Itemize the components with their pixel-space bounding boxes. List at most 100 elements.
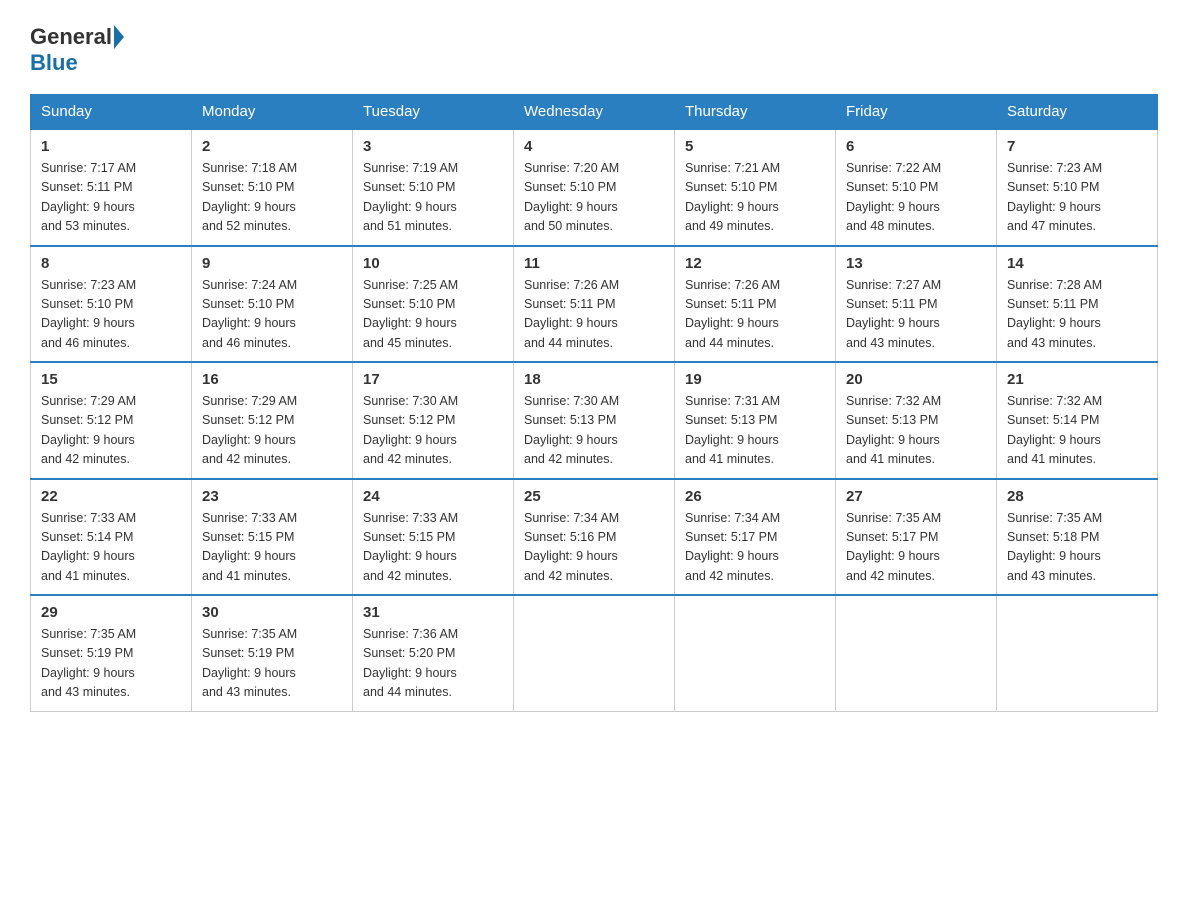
- day-number: 5: [685, 138, 825, 155]
- calendar-cell: 19 Sunrise: 7:31 AMSunset: 5:13 PMDaylig…: [675, 362, 836, 479]
- calendar-cell: [675, 595, 836, 711]
- day-number: 30: [202, 604, 342, 621]
- day-number: 24: [363, 488, 503, 505]
- calendar-cell: 27 Sunrise: 7:35 AMSunset: 5:17 PMDaylig…: [836, 479, 997, 596]
- calendar-week-row: 15 Sunrise: 7:29 AMSunset: 5:12 PMDaylig…: [31, 362, 1158, 479]
- day-number: 11: [524, 255, 664, 272]
- day-number: 4: [524, 138, 664, 155]
- day-info: Sunrise: 7:33 AMSunset: 5:15 PMDaylight:…: [363, 509, 503, 587]
- calendar-week-row: 8 Sunrise: 7:23 AMSunset: 5:10 PMDayligh…: [31, 246, 1158, 363]
- day-info: Sunrise: 7:17 AMSunset: 5:11 PMDaylight:…: [41, 159, 181, 237]
- calendar-cell: 1 Sunrise: 7:17 AMSunset: 5:11 PMDayligh…: [31, 129, 192, 246]
- calendar-cell: 9 Sunrise: 7:24 AMSunset: 5:10 PMDayligh…: [192, 246, 353, 363]
- header-thursday: Thursday: [675, 95, 836, 130]
- day-info: Sunrise: 7:23 AMSunset: 5:10 PMDaylight:…: [41, 276, 181, 354]
- day-number: 10: [363, 255, 503, 272]
- day-number: 21: [1007, 371, 1147, 388]
- calendar-cell: 2 Sunrise: 7:18 AMSunset: 5:10 PMDayligh…: [192, 129, 353, 246]
- day-info: Sunrise: 7:19 AMSunset: 5:10 PMDaylight:…: [363, 159, 503, 237]
- calendar-cell: 4 Sunrise: 7:20 AMSunset: 5:10 PMDayligh…: [514, 129, 675, 246]
- calendar-week-row: 29 Sunrise: 7:35 AMSunset: 5:19 PMDaylig…: [31, 595, 1158, 711]
- day-info: Sunrise: 7:29 AMSunset: 5:12 PMDaylight:…: [202, 392, 342, 470]
- day-number: 28: [1007, 488, 1147, 505]
- day-info: Sunrise: 7:23 AMSunset: 5:10 PMDaylight:…: [1007, 159, 1147, 237]
- day-number: 9: [202, 255, 342, 272]
- calendar-cell: 22 Sunrise: 7:33 AMSunset: 5:14 PMDaylig…: [31, 479, 192, 596]
- calendar-cell: 23 Sunrise: 7:33 AMSunset: 5:15 PMDaylig…: [192, 479, 353, 596]
- calendar-cell: 13 Sunrise: 7:27 AMSunset: 5:11 PMDaylig…: [836, 246, 997, 363]
- day-info: Sunrise: 7:30 AMSunset: 5:12 PMDaylight:…: [363, 392, 503, 470]
- calendar-cell: 28 Sunrise: 7:35 AMSunset: 5:18 PMDaylig…: [997, 479, 1158, 596]
- day-number: 15: [41, 371, 181, 388]
- calendar-week-row: 1 Sunrise: 7:17 AMSunset: 5:11 PMDayligh…: [31, 129, 1158, 246]
- header-saturday: Saturday: [997, 95, 1158, 130]
- day-number: 12: [685, 255, 825, 272]
- day-info: Sunrise: 7:34 AMSunset: 5:17 PMDaylight:…: [685, 509, 825, 587]
- day-info: Sunrise: 7:26 AMSunset: 5:11 PMDaylight:…: [524, 276, 664, 354]
- calendar-cell: 6 Sunrise: 7:22 AMSunset: 5:10 PMDayligh…: [836, 129, 997, 246]
- day-number: 29: [41, 604, 181, 621]
- calendar-cell: 21 Sunrise: 7:32 AMSunset: 5:14 PMDaylig…: [997, 362, 1158, 479]
- day-number: 20: [846, 371, 986, 388]
- day-info: Sunrise: 7:26 AMSunset: 5:11 PMDaylight:…: [685, 276, 825, 354]
- day-info: Sunrise: 7:18 AMSunset: 5:10 PMDaylight:…: [202, 159, 342, 237]
- day-number: 17: [363, 371, 503, 388]
- weekday-header-row: Sunday Monday Tuesday Wednesday Thursday…: [31, 95, 1158, 130]
- day-info: Sunrise: 7:35 AMSunset: 5:19 PMDaylight:…: [41, 625, 181, 703]
- logo-triangle-icon: [114, 25, 124, 49]
- day-info: Sunrise: 7:21 AMSunset: 5:10 PMDaylight:…: [685, 159, 825, 237]
- day-number: 23: [202, 488, 342, 505]
- calendar-cell: 24 Sunrise: 7:33 AMSunset: 5:15 PMDaylig…: [353, 479, 514, 596]
- logo-blue-text: Blue: [30, 50, 78, 75]
- logo-general-text: General: [30, 24, 112, 50]
- day-info: Sunrise: 7:24 AMSunset: 5:10 PMDaylight:…: [202, 276, 342, 354]
- calendar-cell: 16 Sunrise: 7:29 AMSunset: 5:12 PMDaylig…: [192, 362, 353, 479]
- calendar-cell: 5 Sunrise: 7:21 AMSunset: 5:10 PMDayligh…: [675, 129, 836, 246]
- day-info: Sunrise: 7:31 AMSunset: 5:13 PMDaylight:…: [685, 392, 825, 470]
- day-info: Sunrise: 7:28 AMSunset: 5:11 PMDaylight:…: [1007, 276, 1147, 354]
- day-number: 7: [1007, 138, 1147, 155]
- day-number: 16: [202, 371, 342, 388]
- day-info: Sunrise: 7:32 AMSunset: 5:14 PMDaylight:…: [1007, 392, 1147, 470]
- calendar-cell: 26 Sunrise: 7:34 AMSunset: 5:17 PMDaylig…: [675, 479, 836, 596]
- calendar-cell: [836, 595, 997, 711]
- day-number: 19: [685, 371, 825, 388]
- day-info: Sunrise: 7:34 AMSunset: 5:16 PMDaylight:…: [524, 509, 664, 587]
- calendar-table: Sunday Monday Tuesday Wednesday Thursday…: [30, 94, 1158, 712]
- day-number: 8: [41, 255, 181, 272]
- calendar-cell: 8 Sunrise: 7:23 AMSunset: 5:10 PMDayligh…: [31, 246, 192, 363]
- day-info: Sunrise: 7:32 AMSunset: 5:13 PMDaylight:…: [846, 392, 986, 470]
- day-info: Sunrise: 7:25 AMSunset: 5:10 PMDaylight:…: [363, 276, 503, 354]
- header-monday: Monday: [192, 95, 353, 130]
- calendar-cell: 12 Sunrise: 7:26 AMSunset: 5:11 PMDaylig…: [675, 246, 836, 363]
- day-number: 2: [202, 138, 342, 155]
- calendar-cell: 3 Sunrise: 7:19 AMSunset: 5:10 PMDayligh…: [353, 129, 514, 246]
- day-number: 31: [363, 604, 503, 621]
- day-number: 22: [41, 488, 181, 505]
- logo: General Blue: [30, 24, 126, 76]
- day-info: Sunrise: 7:22 AMSunset: 5:10 PMDaylight:…: [846, 159, 986, 237]
- calendar-week-row: 22 Sunrise: 7:33 AMSunset: 5:14 PMDaylig…: [31, 479, 1158, 596]
- day-number: 3: [363, 138, 503, 155]
- calendar-cell: [997, 595, 1158, 711]
- calendar-cell: 15 Sunrise: 7:29 AMSunset: 5:12 PMDaylig…: [31, 362, 192, 479]
- day-info: Sunrise: 7:33 AMSunset: 5:15 PMDaylight:…: [202, 509, 342, 587]
- calendar-cell: 7 Sunrise: 7:23 AMSunset: 5:10 PMDayligh…: [997, 129, 1158, 246]
- header-wednesday: Wednesday: [514, 95, 675, 130]
- day-info: Sunrise: 7:20 AMSunset: 5:10 PMDaylight:…: [524, 159, 664, 237]
- header-sunday: Sunday: [31, 95, 192, 130]
- day-number: 27: [846, 488, 986, 505]
- day-info: Sunrise: 7:35 AMSunset: 5:18 PMDaylight:…: [1007, 509, 1147, 587]
- day-number: 6: [846, 138, 986, 155]
- calendar-cell: 20 Sunrise: 7:32 AMSunset: 5:13 PMDaylig…: [836, 362, 997, 479]
- header-friday: Friday: [836, 95, 997, 130]
- calendar-cell: 18 Sunrise: 7:30 AMSunset: 5:13 PMDaylig…: [514, 362, 675, 479]
- day-number: 18: [524, 371, 664, 388]
- day-number: 14: [1007, 255, 1147, 272]
- page-header: General Blue: [30, 24, 1158, 76]
- day-number: 1: [41, 138, 181, 155]
- day-info: Sunrise: 7:30 AMSunset: 5:13 PMDaylight:…: [524, 392, 664, 470]
- calendar-cell: 14 Sunrise: 7:28 AMSunset: 5:11 PMDaylig…: [997, 246, 1158, 363]
- calendar-cell: [514, 595, 675, 711]
- day-info: Sunrise: 7:36 AMSunset: 5:20 PMDaylight:…: [363, 625, 503, 703]
